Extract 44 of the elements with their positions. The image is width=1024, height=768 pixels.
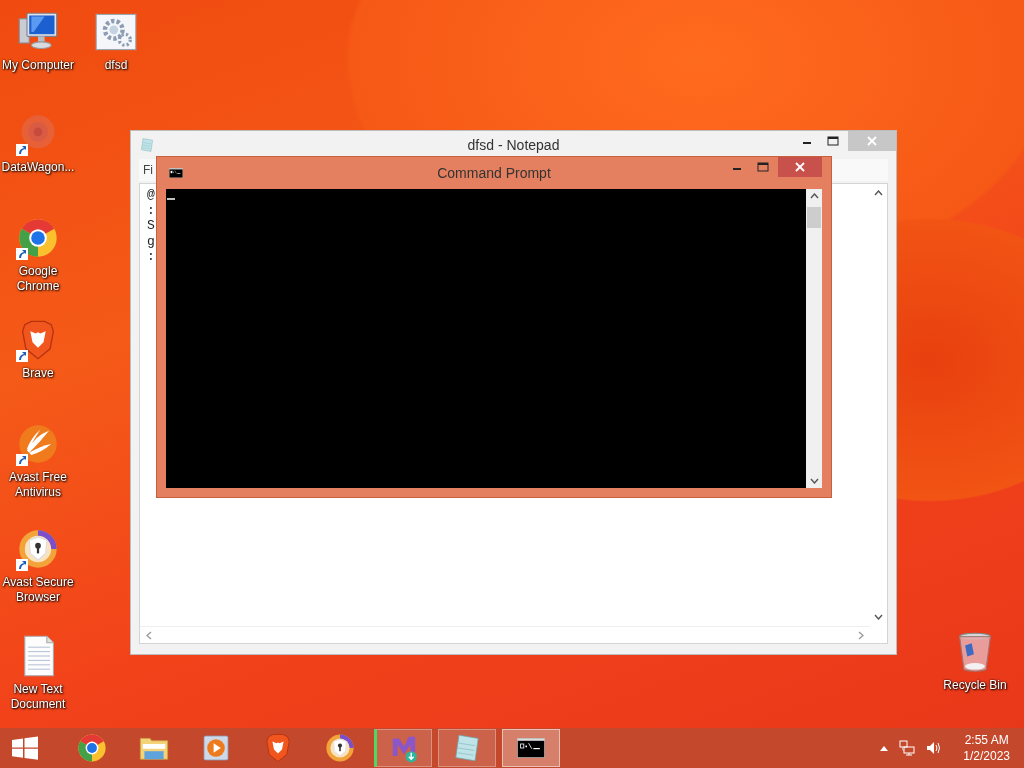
text-line: S: [147, 218, 155, 234]
text-cursor: [167, 198, 175, 200]
text-line: :: [147, 249, 155, 265]
lock-shield-icon[interactable]: [16, 527, 60, 571]
icon-label[interactable]: My Computer: [2, 58, 74, 73]
scroll-thumb[interactable]: [807, 207, 821, 228]
speaker-icon: [925, 740, 942, 756]
icon-label[interactable]: DataWagon...: [1, 160, 75, 175]
scroll-down-icon: [874, 614, 883, 620]
text-line: :: [147, 202, 155, 218]
text-line: @: [147, 187, 155, 203]
menu-item[interactable]: Fi: [143, 163, 153, 177]
icon-label[interactable]: Avast Secure Browser: [0, 575, 77, 605]
clock-date[interactable]: 1/2/2023: [963, 748, 1010, 764]
icon-label[interactable]: Brave: [22, 366, 54, 381]
window-title: dfsd - Notepad: [467, 136, 560, 153]
maximize-icon: [827, 136, 839, 146]
browser-icon: [76, 732, 108, 764]
show-hidden-icons-icon: [879, 744, 890, 752]
windows-logo-icon: [11, 736, 39, 760]
taskbar-button[interactable]: [502, 729, 560, 767]
text-line: g: [147, 233, 155, 249]
scroll-right-icon: [858, 630, 864, 640]
close-button[interactable]: [778, 157, 822, 177]
network-icon: [899, 740, 916, 756]
swoosh-logo-icon[interactable]: [16, 422, 60, 466]
icon-label[interactable]: New Text Document: [0, 682, 77, 712]
icon-label[interactable]: Avast Free Antivirus: [0, 470, 77, 500]
maximize-icon: [757, 162, 769, 172]
clock-time[interactable]: 2:55 AM: [964, 732, 1009, 748]
lock-shield-icon: [324, 732, 356, 764]
scroll-up-icon: [809, 193, 819, 199]
browser-icon[interactable]: [16, 216, 60, 260]
icon-label[interactable]: Google Chrome: [0, 264, 77, 294]
icon-label[interactable]: Recycle Bin: [943, 678, 1007, 693]
icon-label[interactable]: dfsd: [104, 58, 128, 73]
terminal-icon[interactable]: [168, 165, 184, 181]
play-icon: [200, 732, 232, 764]
scroll-up-icon: [874, 190, 883, 196]
scroll-down-icon: [809, 478, 819, 484]
close-icon: [867, 136, 877, 146]
scroll-left-icon: [146, 630, 152, 640]
close-icon: [795, 162, 805, 172]
window-title: Command Prompt: [437, 165, 551, 181]
